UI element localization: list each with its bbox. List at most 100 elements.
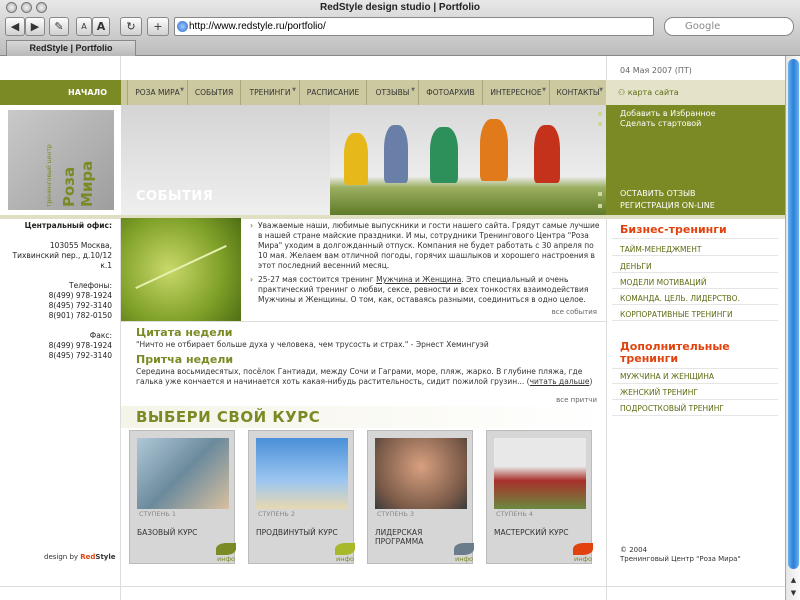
search-input[interactable]: Google [664,17,794,36]
leave-feedback-link[interactable]: ОСТАВИТЬ ОТЗЫВ [598,189,715,199]
edit-bookmark-button[interactable]: ✎ [49,17,69,36]
list-separator [612,383,778,384]
section-divider [121,321,606,322]
browser-chrome: RedStyle design studio | Portfolio ◀ ▶ ✎… [0,0,800,56]
forward-button[interactable]: ▶ [25,17,45,36]
zoom-window-icon[interactable] [36,2,47,13]
course-card[interactable]: СТУПЕНЬ 4 МАСТЕРСКИЙ КУРС инфо [486,430,595,567]
add-bookmark-button[interactable]: + [147,17,169,36]
all-events-link[interactable]: все события [552,308,597,316]
course-card[interactable]: СТУПЕНЬ 2 ПРОДВИНУТЫЙ КУРС инфо [248,430,357,567]
nav-contacts[interactable]: КОНТАКТЫ ▼ [549,80,606,105]
phone-number: 8(901) 782-0150 [48,311,112,320]
person-figure [344,133,368,185]
phone-number: 8(499) 978-1924 [48,291,112,300]
leaf-icon [454,543,474,555]
course-photo [256,438,348,509]
list-separator [612,415,778,416]
nav-label: ФОТОАРХИВ [426,88,475,97]
text-smaller-button[interactable]: A [76,17,92,36]
window-title: RedStyle design studio | Portfolio [319,2,481,13]
business-item[interactable]: ДЕНЬГИ [620,262,652,271]
nav-interesting[interactable]: ИНТЕРЕСНОЕ ▼ [482,80,549,105]
credit-text: design by [44,553,81,561]
text-bigger-button[interactable]: A [92,17,110,36]
reload-button[interactable]: ↻ [120,17,142,36]
course-card[interactable]: СТУПЕНЬ 1 БАЗОВЫЙ КУРС инфо [129,430,238,567]
business-item[interactable]: ТАЙМ-МЕНЕДЖМЕНТ [620,245,701,254]
nav-label: ОТЗЫВЫ [375,88,410,97]
scroll-down-arrow-icon[interactable]: ▼ [786,587,800,600]
extra-item[interactable]: ЖЕНСКИЙ ТРЕНИНГ [620,388,698,397]
all-parables-link[interactable]: все притчи [556,396,597,404]
training-link[interactable]: Мужчина и Женщина [376,275,461,284]
nav-photo-archive[interactable]: ФОТОАРХИВ [418,80,482,105]
course-photo [137,438,229,509]
info-button[interactable]: инфо [214,543,238,567]
course-card[interactable]: СТУПЕНЬ 3 ЛИДЕРСКАЯ ПРОГРАММА инфо [367,430,476,567]
business-item[interactable]: КОРПОРАТИВНЫЕ ТРЕНИНГИ [620,310,733,319]
info-label: инфо [216,555,235,563]
quote-heading: Цитата недели [136,326,233,339]
url-text: http://www.redstyle.ru/portfolio/ [189,21,326,32]
search-placeholder: Google [685,21,721,32]
news-item: Уважаемые наши, любимые выпускники и гос… [250,221,600,271]
person-figure [534,125,560,183]
nav-label: СОБЫТИЯ [194,88,234,97]
scroll-up-arrow-icon[interactable]: ▲ [786,574,800,587]
office-contacts: Центральный офис: 103055 Москва, Тихвинс… [0,221,113,361]
hero-photo-people [330,105,606,215]
course-name: ПРОДВИНУТЫЙ КУРС [256,528,338,537]
leaf-image [121,218,241,321]
close-window-icon[interactable] [6,2,17,13]
info-button[interactable]: инфо [452,543,476,567]
nav-trainings[interactable]: ТРЕНИНГИ ▼ [240,80,299,105]
vertical-scrollbar[interactable]: ▲ ▼ [785,56,800,600]
list-separator [612,288,778,289]
nav-label: РАСПИСАНИЕ [306,88,360,97]
info-button[interactable]: инфо [333,543,357,567]
business-item[interactable]: МОДЕЛИ МОТИВАЦИЙ [620,278,707,287]
fax-heading: Факс: [89,331,112,340]
nav-roza-mira[interactable]: РОЗА МИРА ▼ [127,80,187,105]
list-separator [612,320,778,321]
main-nav: НАЧАЛО РОЗА МИРА ▼ СОБЫТИЯ ТРЕНИНГИ ▼ РАСП… [0,80,606,105]
tab-portfolio[interactable]: RedStyle | Portfolio [6,40,136,56]
address-bar[interactable]: http://www.redstyle.ru/portfolio/ [174,17,654,36]
business-heading: Бизнес-тренинги [620,223,727,236]
nav-events[interactable]: СОБЫТИЯ [187,80,240,105]
office-heading: Центральный офис: [24,221,112,230]
scrollbar-thumb[interactable] [788,59,799,569]
set-homepage-link[interactable]: Сделать стартовой [598,119,716,129]
minimize-window-icon[interactable] [21,2,32,13]
online-registration-link[interactable]: РЕГИСТРАЦИЯ ON-LINE [598,201,715,211]
logo-subtitle: тренинговый центр [46,144,53,207]
nav-home[interactable]: НАЧАЛО [0,80,121,105]
parable-text: Середина восьмидесятых, посёлок Гантиади… [136,367,596,387]
add-favorites-link[interactable]: Добавить в Избранное [598,109,716,119]
list-separator [612,272,778,273]
office-address-line: 103055 Москва, [49,241,112,250]
office-address-line: Тихвинский пер., д.10/12 к.1 [12,251,113,270]
info-label: инфо [454,555,473,563]
read-more-link[interactable]: читать дальше [530,377,590,386]
divider-strip [0,215,785,219]
extra-item[interactable]: ПОДРОСТКОВЫЙ ТРЕНИНГ [620,404,724,413]
credit-brand-style: Style [95,553,116,561]
design-credit[interactable]: design by RedStyle [44,553,116,561]
course-name: МАСТЕРСКИЙ КУРС [494,528,569,537]
quick-links-panel: Добавить в Избранное Сделать стартовой О… [598,105,785,215]
business-item[interactable]: КОМАНДА. ЦЕЛЬ. ЛИДЕРСТВО. [620,294,740,303]
web-page: 04 Мая 2007 (ПТ) НАЧАЛО РОЗА МИРА ▼ СОБЫТ… [0,56,785,600]
nav-schedule[interactable]: РАСПИСАНИЕ [299,80,366,105]
nav-reviews[interactable]: ОТЗЫВЫ ▼ [366,80,418,105]
back-button[interactable]: ◀ [5,17,25,36]
parable-close: ) [589,377,593,386]
course-step: СТУПЕНЬ 4 [496,510,534,518]
list-separator [612,238,778,239]
extra-item[interactable]: МУЖЧИНА И ЖЕНЩИНА [620,372,714,381]
course-step: СТУПЕНЬ 2 [258,510,296,518]
sitemap-link[interactable]: ⚇ карта сайта [606,80,785,105]
info-button[interactable]: инфо [571,543,595,567]
chevron-down-icon: ▼ [292,87,296,93]
